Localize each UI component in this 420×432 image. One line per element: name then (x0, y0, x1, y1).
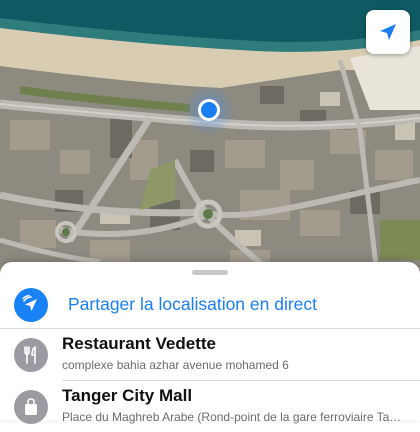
bottom-sheet[interactable]: Partager la localisation en direct Resta… (0, 262, 420, 424)
navigation-arrow-icon (380, 24, 396, 40)
place-address: Place du Maghreb Arabe (Rond-point de la… (62, 410, 402, 424)
locate-me-button[interactable] (366, 10, 410, 54)
map-imagery (0, 0, 420, 300)
share-location-row[interactable]: Partager la localisation en direct (0, 282, 420, 328)
place-name: Restaurant Vedette (62, 334, 216, 353)
fork-knife-icon (14, 338, 48, 372)
share-location-icon (14, 288, 48, 322)
sheet-grabber[interactable] (192, 270, 228, 275)
place-row-restaurant[interactable]: Restaurant Vedette complexe bahia azhar … (0, 328, 420, 380)
satellite-map[interactable] (0, 0, 420, 300)
user-location-icon (198, 99, 220, 121)
share-location-label: Partager la localisation en direct (68, 294, 318, 314)
place-row-mall[interactable]: Tanger City Mall Place du Maghreb Arabe … (0, 380, 420, 432)
place-name: Tanger City Mall (62, 386, 193, 405)
shopping-bag-icon (14, 390, 48, 424)
user-location-dot[interactable] (183, 84, 235, 136)
place-address: complexe bahia azhar avenue mohamed 6 (62, 358, 289, 372)
